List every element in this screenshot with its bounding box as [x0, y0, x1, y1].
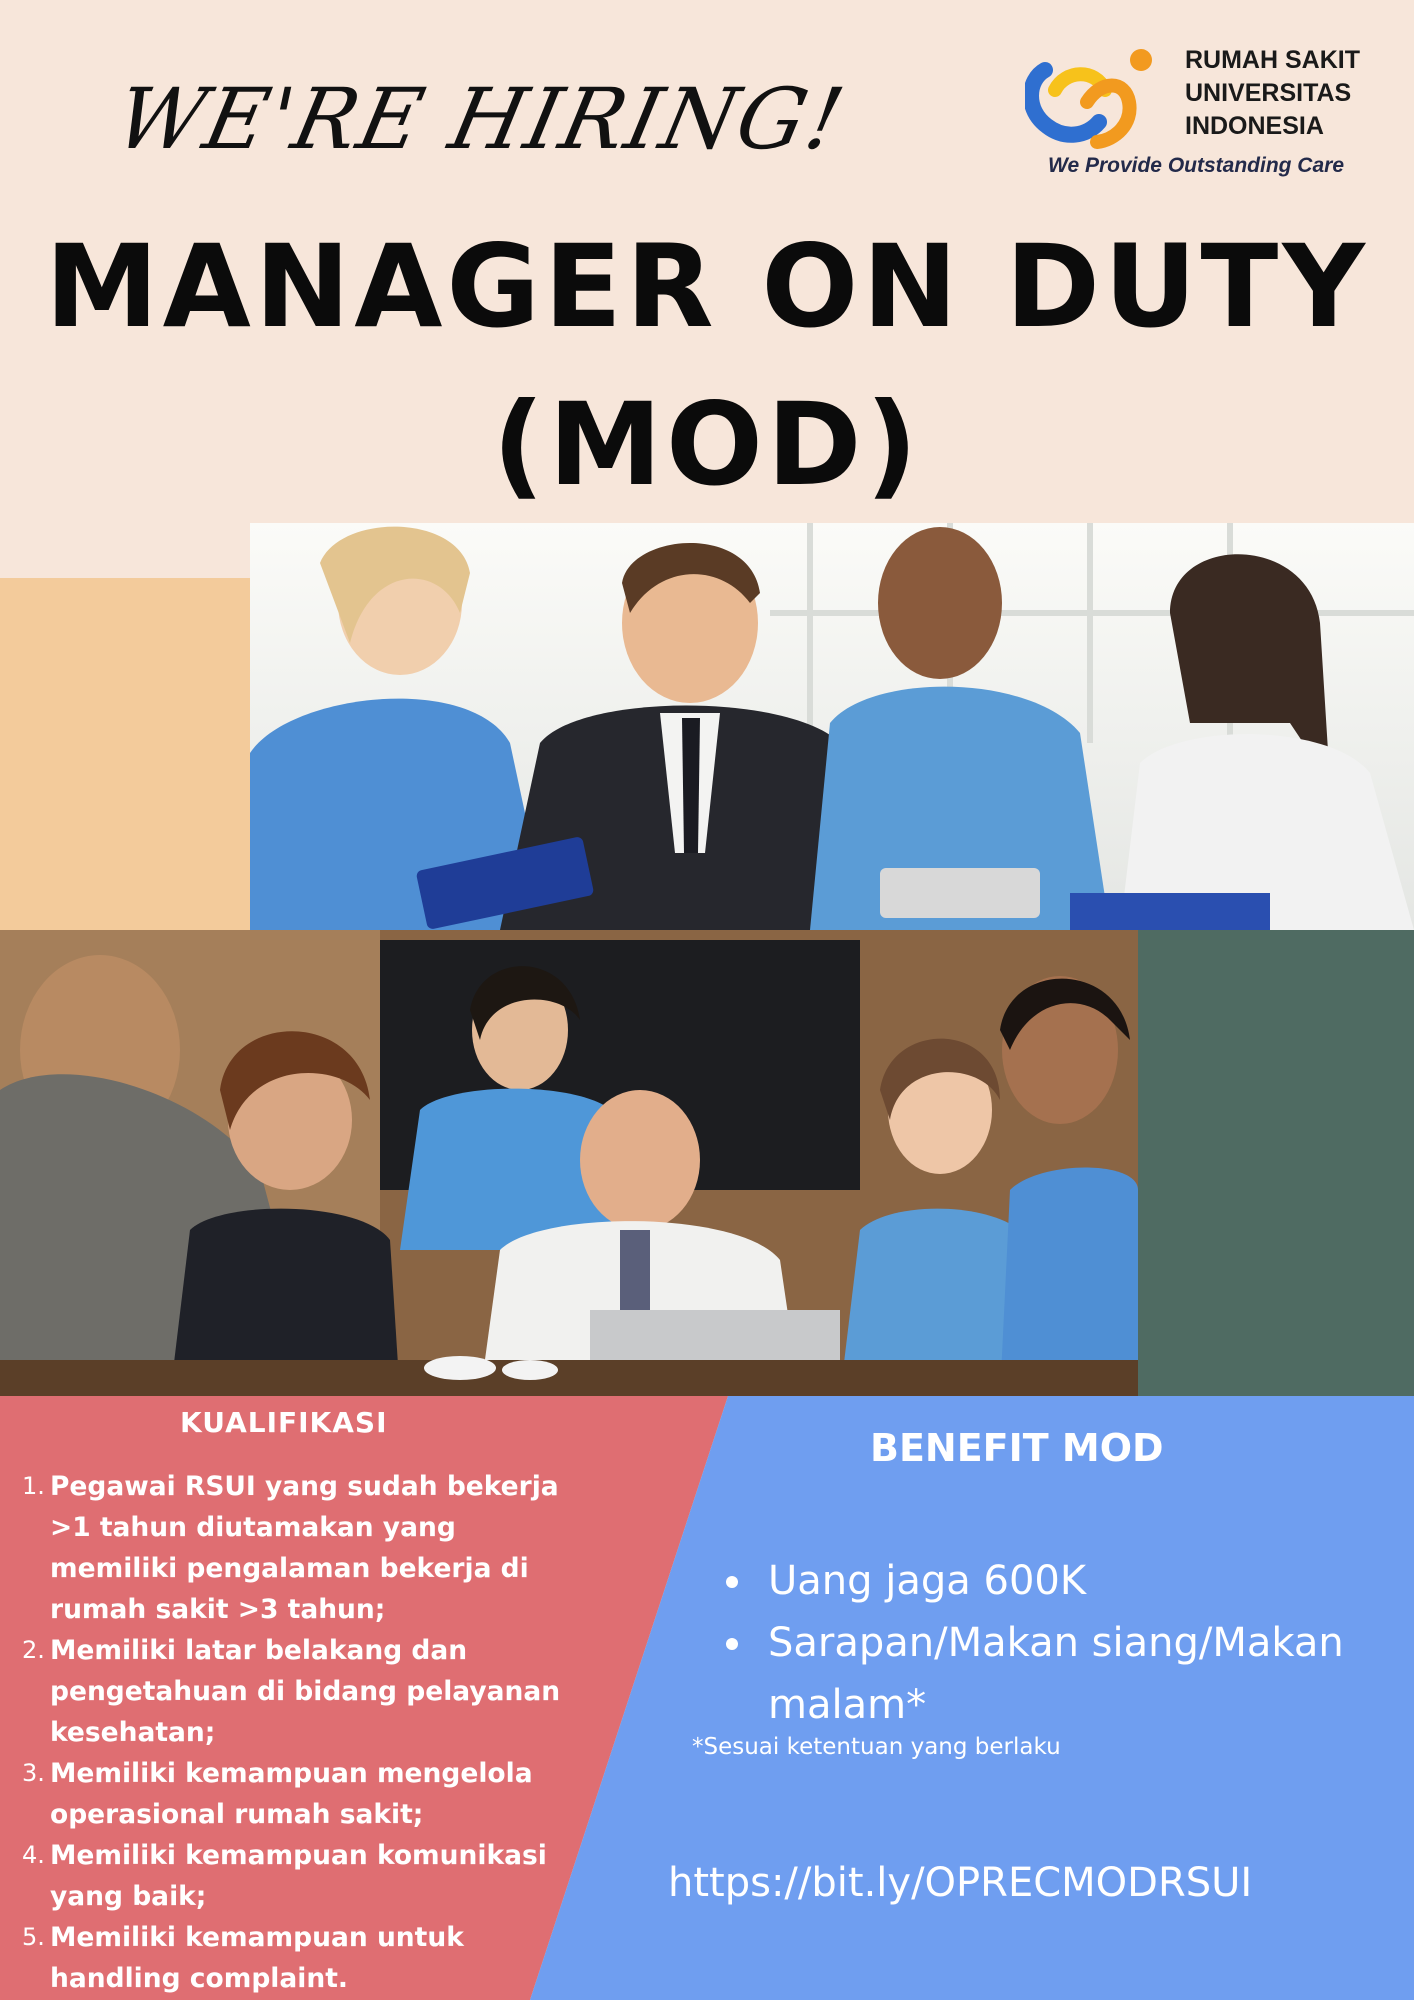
peach-background-block: [0, 578, 250, 930]
qualification-item: 1. Pegawai RSUI yang sudah bekerja >1 tah…: [22, 1471, 559, 1625]
hiring-headline: WE'RE HIRING!: [107, 70, 854, 168]
hospital-name-line2: UNIVERSITAS: [1185, 79, 1352, 107]
qualifications-title: KUALIFIKASI: [180, 1406, 388, 1439]
meeting-photo-bottom: [0, 930, 1138, 1396]
green-background-block: [1138, 930, 1414, 1396]
qualification-item: 3. Memiliki kemampuan mengelola operasion…: [22, 1758, 533, 1830]
bullet-icon: [726, 1576, 738, 1588]
bullet-icon: [726, 1638, 738, 1650]
team-photo-top: [250, 523, 1414, 930]
benefit-item: Sarapan/Makan siang/Makan malam*: [726, 1612, 1366, 1736]
benefits-title: BENEFIT MOD: [870, 1426, 1164, 1470]
qualifications-list: 1. Pegawai RSUI yang sudah bekerja >1 tah…: [22, 1466, 582, 1999]
hospital-name-line3: INDONESIA: [1185, 112, 1324, 140]
qualification-item: 4. Memiliki kemampuan komunikasi yang bai…: [22, 1840, 547, 1912]
job-title-line1: MANAGER ON DUTY: [45, 220, 1369, 353]
job-title-line2: (MOD): [492, 378, 922, 511]
rsui-logo-icon: [1025, 49, 1152, 149]
benefits-footnote: *Sesuai ketentuan yang berlaku: [692, 1734, 1061, 1760]
hospital-name: RUMAH SAKIT UNIVERSITAS INDONESIA: [1185, 44, 1360, 143]
hospital-name-line1: RUMAH SAKIT: [1185, 46, 1360, 74]
qualification-item: 2. Memiliki latar belakang dan pengetahua…: [22, 1635, 561, 1748]
registration-link[interactable]: https://bit.ly/OPRECMODRSUI: [668, 1860, 1252, 1906]
benefits-list: Uang jaga 600K Sarapan/Makan siang/Makan…: [726, 1550, 1366, 1736]
qualification-item: 5. Memiliki kemampuan untuk handling comp…: [22, 1922, 464, 1994]
hospital-tagline: We Provide Outstanding Care: [1048, 154, 1344, 177]
benefit-item: Uang jaga 600K: [726, 1550, 1366, 1612]
